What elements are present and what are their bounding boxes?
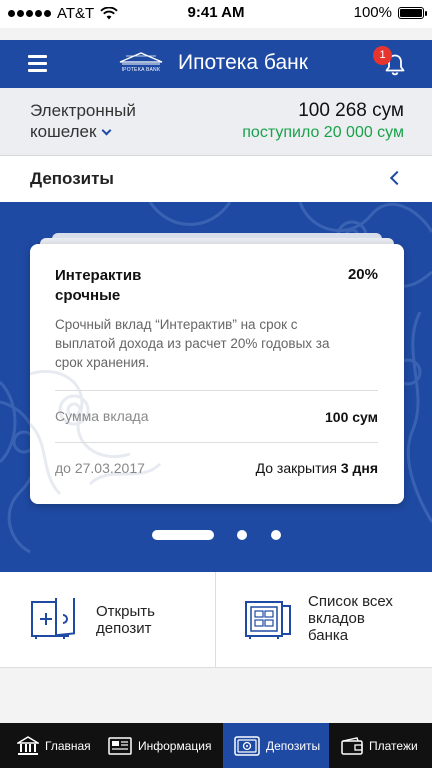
deposit-description: Срочный вклад “Интерактив” на срок с вып… <box>55 317 330 370</box>
close-countdown: До закрытия 3 дня <box>256 460 378 476</box>
section-title: Депозиты <box>30 169 114 188</box>
wallet-selector[interactable]: Электронный кошелек <box>30 100 136 142</box>
tab-information-label: Информация <box>138 738 212 753</box>
open-deposit-label: Открыть депозит <box>96 603 155 637</box>
card-ornament-pattern-icon <box>30 369 162 496</box>
chevron-down-icon[interactable] <box>101 125 112 136</box>
tab-home-label: Главная <box>45 738 91 753</box>
deposit-title: Интерактив срочные <box>55 266 141 306</box>
tab-payments[interactable]: Платежи <box>329 723 432 768</box>
deposit-list-label: Список всех вкладов банка <box>308 593 393 644</box>
hamburger-menu-icon[interactable] <box>28 55 47 72</box>
tab-deposits-label: Депозиты <box>266 738 321 753</box>
battery-icon <box>398 6 427 19</box>
wallet-summary: Электронный кошелек 100 268 сум поступил… <box>0 88 432 156</box>
open-deposit-safe-icon <box>31 598 75 639</box>
tab-payments-label: Платежи <box>369 738 418 753</box>
bank-building-icon <box>17 735 39 755</box>
close-value: 3 дня <box>340 460 378 476</box>
open-deposit-line2: депозит <box>96 620 152 637</box>
divider <box>55 390 378 391</box>
amount-value-text: 100 сум <box>325 409 378 425</box>
battery-percent: 100% <box>353 4 392 21</box>
wallet-income: поступило 20 000 сум <box>242 124 404 141</box>
divider <box>55 442 378 443</box>
deposit-actions: Открыть депозит Список всех вкладов банк… <box>0 572 432 668</box>
deposit-list-button[interactable]: Список всех вкладов банка <box>216 572 432 668</box>
deposit-card[interactable]: Интерактив срочные 20% Срочный вклад “Ин… <box>30 244 404 504</box>
amount-value: 100 сум <box>325 409 378 425</box>
notification-badge[interactable]: 1 <box>373 46 392 65</box>
safe-icon <box>234 735 260 756</box>
pager-dot[interactable] <box>237 530 247 540</box>
open-deposit-button[interactable]: Открыть депозит <box>0 572 215 668</box>
deposit-list-line2: вкладов <box>308 610 365 627</box>
deposit-list-line1: Список всех <box>308 593 393 610</box>
deposit-title-line1: Интерактив <box>55 267 142 284</box>
bottom-tab-bar: Главная Информация Депозиты Платежи <box>0 723 432 768</box>
close-prefix: До закрытия <box>255 460 337 476</box>
tab-information[interactable]: Информация <box>108 723 223 768</box>
deposits-section-header: Депозиты <box>0 156 432 202</box>
open-deposit-line1: Открыть <box>96 603 155 620</box>
tab-deposits[interactable]: Депозиты <box>223 723 329 768</box>
pager-dot[interactable] <box>271 530 281 540</box>
deposit-title-line2: срочные <box>55 287 121 304</box>
carousel-pager <box>0 529 432 541</box>
wallet-label-line2: кошелек <box>30 122 97 141</box>
deposit-carousel[interactable]: Интерактив срочные 20% Срочный вклад “Ин… <box>0 202 432 572</box>
wallet-balance: 100 268 сум <box>298 100 404 121</box>
chevron-left-icon[interactable] <box>389 170 405 186</box>
app-header: IPOTEKA BANK Ипотека банк <box>0 40 432 88</box>
status-right: 100% <box>353 4 427 21</box>
app-title: Ипотека банк <box>178 51 308 74</box>
tab-home[interactable]: Главная <box>0 723 108 768</box>
deposit-list-line3: банка <box>308 627 349 644</box>
date-label: до 27.03.2017 <box>55 460 145 476</box>
deposit-list-safe-icon <box>245 601 291 639</box>
pager-dot-active[interactable] <box>152 530 214 540</box>
wallet-icon <box>341 736 363 755</box>
amount-label: Сумма вклада <box>55 408 149 424</box>
newspaper-icon <box>108 736 132 755</box>
logo-text: IPOTEKA BANK <box>121 67 161 73</box>
status-bar: AT&T 9:41 AM 100% <box>0 0 432 28</box>
wallet-label-line1: Электронный <box>30 101 136 120</box>
deposit-rate: 20% <box>347 266 378 283</box>
